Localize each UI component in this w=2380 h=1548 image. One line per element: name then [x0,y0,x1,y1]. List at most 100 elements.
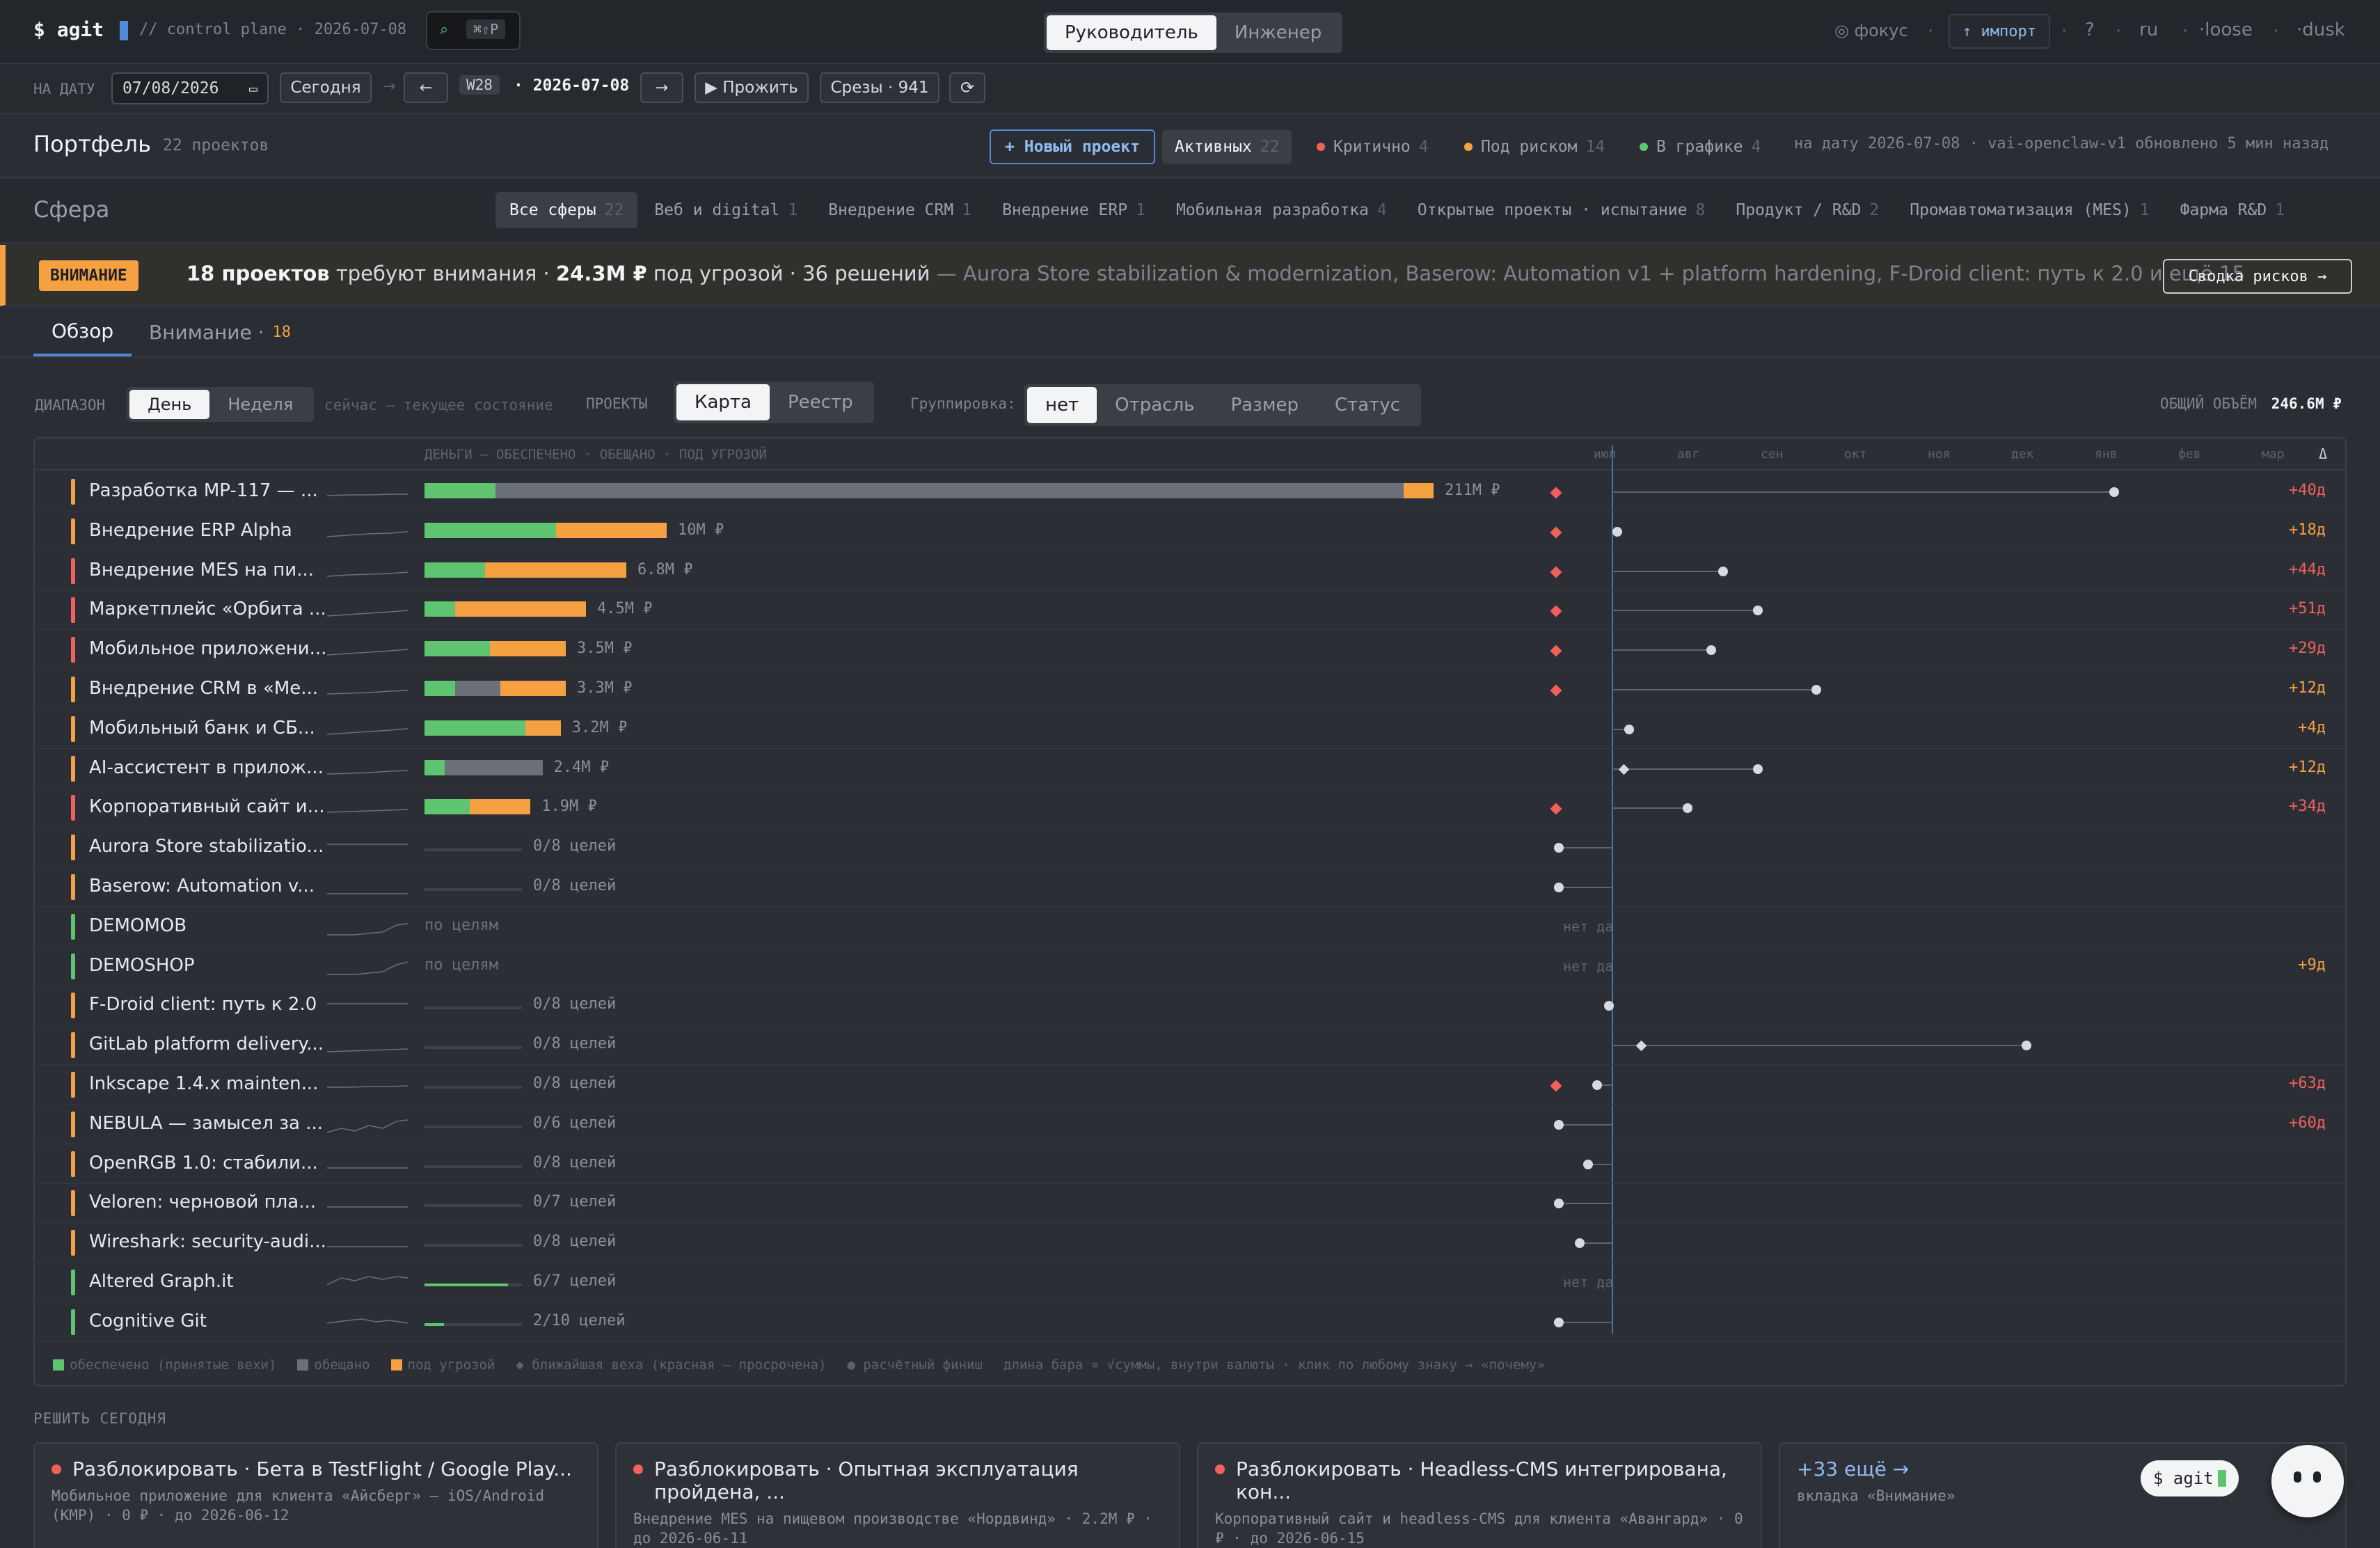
money-bar[interactable] [425,601,586,617]
milestone-icon[interactable] [1635,1040,1647,1052]
sphere-tab[interactable]: Все сферы 22 [495,192,638,228]
table-row[interactable]: Wireshark: security-audi... 0/8 целей [35,1223,2345,1263]
sphere-tab[interactable]: Внедрение CRM 1 [814,192,985,228]
filter-risk[interactable]: Под риском 14 [1452,129,1617,164]
table-row[interactable]: Мобильный банк и СБ... 3.2M ₽ +4д [35,709,2345,749]
table-row[interactable]: Внедрение CRM в «Ме... 3.3M ₽ +12д [35,670,2345,709]
group-industry[interactable]: Отрасль [1097,387,1212,423]
table-row[interactable]: Aurora Store stabilizatio... 0/8 целей [35,828,2345,868]
overdue-milestone-icon[interactable] [1550,803,1562,815]
finish-dot-icon[interactable] [1612,526,1623,537]
milestone-icon[interactable] [1618,764,1630,775]
sphere-tab[interactable]: Продукт / R&D 2 [1722,192,1893,228]
overdue-milestone-icon[interactable] [1550,645,1562,657]
tab-attention[interactable]: Внимание · 18 [149,308,291,356]
money-bar[interactable] [425,799,531,815]
finish-dot-icon[interactable] [1554,1317,1564,1327]
range-day[interactable]: День [129,390,210,419]
table-row[interactable]: Baserow: Automation v... 0/8 целей [35,867,2345,907]
table-row[interactable]: NEBULA — замысел за ... 0/6 целей +60д [35,1105,2345,1144]
next-week-button[interactable]: → [640,72,683,103]
finish-dot-icon[interactable] [1554,883,1564,892]
table-row[interactable]: DEMOSHOP по целям нет да +9д [35,947,2345,986]
sphere-tab[interactable]: Внедрение ERP 1 [988,192,1159,228]
group-status[interactable]: Статус [1317,387,1418,423]
finish-dot-icon[interactable] [1706,645,1716,656]
refresh-button[interactable]: ⟳ [949,72,985,103]
sphere-tab[interactable]: Мобильная разработка 4 [1162,192,1401,228]
finish-dot-icon[interactable] [1554,1199,1564,1209]
money-bar[interactable] [425,759,543,775]
theme-button[interactable]: ·dusk [2296,19,2345,40]
overdue-milestone-icon[interactable] [1550,487,1562,499]
decision-card[interactable]: Разблокировать · Бета в TestFlight / Goo… [33,1442,598,1548]
group-size[interactable]: Размер [1212,387,1317,423]
range-week[interactable]: Неделя [209,390,311,419]
overdue-milestone-icon[interactable] [1550,605,1562,617]
finish-dot-icon[interactable] [1624,724,1635,734]
role-manager[interactable]: Руководитель [1047,15,1216,50]
today-button[interactable]: Сегодня [280,72,372,103]
table-row[interactable]: Altered Graph.it 6/7 целей нет да [35,1263,2345,1302]
date-input[interactable]: 07/08/2026 ▭ [111,72,269,104]
app-logo[interactable]: $ agit [33,18,129,41]
table-row[interactable]: Разработка MP-117 — ... 211M ₽ +40д [35,472,2345,512]
table-row[interactable]: Внедрение MES на пи... 6.8M ₽ +44д [35,551,2345,591]
play-button[interactable]: ▶ Прожить [695,72,809,103]
table-row[interactable]: DEMOMOB по целям нет да [35,907,2345,947]
risk-summary-button[interactable]: Сводка рисков → [2163,259,2352,294]
overdue-milestone-icon[interactable] [1550,566,1562,578]
help-button[interactable]: ? [2085,19,2095,40]
assistant-label[interactable]: $ agit [2141,1460,2239,1496]
finish-dot-icon[interactable] [1592,1080,1602,1090]
finish-dot-icon[interactable] [1583,1159,1594,1169]
language-button[interactable]: ru [2139,19,2158,40]
table-row[interactable]: Корпоративный сайт и... 1.9M ₽ +34д [35,788,2345,828]
money-bar[interactable] [425,720,561,736]
money-bar[interactable] [425,681,566,696]
finish-dot-icon[interactable] [1753,764,1763,774]
finish-dot-icon[interactable] [1603,1001,1614,1011]
finish-dot-icon[interactable] [1554,1119,1564,1130]
table-row[interactable]: Мобильное приложени... 3.5M ₽ +29д [35,630,2345,670]
money-bar[interactable] [425,522,667,538]
table-row[interactable]: Внедрение ERP Alpha 10M ₽ +18д [35,512,2345,551]
table-row[interactable]: Veloren: черновой пла... 0/7 целей [35,1183,2345,1224]
view-map[interactable]: Карта [676,384,770,420]
sphere-tab[interactable]: Промавтоматизация (MES) 1 [1896,192,2163,228]
money-bar[interactable] [425,641,566,657]
table-row[interactable]: Маркетплейс «Орбита ... 4.5M ₽ +51д [35,590,2345,631]
overdue-milestone-icon[interactable] [1550,526,1562,539]
tab-overview[interactable]: Обзор [33,308,132,356]
prev-week-button[interactable]: ← [404,72,448,103]
money-bar[interactable] [425,562,626,578]
finish-dot-icon[interactable] [1811,685,1821,695]
table-row[interactable]: GitLab platform delivery... 0/8 целей [35,1025,2345,1066]
import-button[interactable]: ↑ импорт [1949,14,2050,49]
sphere-tab[interactable]: Открытые проекты · испытание 8 [1404,192,1720,228]
finish-dot-icon[interactable] [1683,803,1693,814]
filter-critical[interactable]: Критично 4 [1304,129,1441,164]
table-row[interactable]: Inkscape 1.4.x mainten... 0/8 целей +63д [35,1065,2345,1105]
filter-ontrack[interactable]: В графике 4 [1627,129,1773,164]
density-button[interactable]: ·loose [2199,19,2253,40]
group-none[interactable]: нет [1027,387,1097,423]
decision-card[interactable]: Разблокировать · Headless-CMS интегриров… [1197,1442,1762,1548]
table-row[interactable]: Cognitive Git 2/10 целей [35,1302,2345,1342]
overdue-milestone-icon[interactable] [1550,684,1562,697]
sphere-tab[interactable]: Веб и digital 1 [640,192,811,228]
slices-button[interactable]: Срезы · 941 [820,72,939,103]
new-project-button[interactable]: + Новый проект [990,129,1155,164]
table-row[interactable]: OpenRGB 1.0: стабили... 0/8 целей [35,1144,2345,1184]
decision-card[interactable]: Разблокировать · Опытная эксплуатация пр… [615,1442,1180,1548]
view-registry[interactable]: Реестр [770,384,871,420]
table-row[interactable]: AI-ассистент в прилож... 2.4M ₽ +12д [35,749,2345,789]
overdue-milestone-icon[interactable] [1550,1080,1562,1092]
finish-dot-icon[interactable] [1717,566,1728,576]
table-row[interactable]: F-Droid client: путь к 2.0 0/8 целей [35,986,2345,1026]
finish-dot-icon[interactable] [2109,487,2120,497]
more-card[interactable]: +33 ещё → вкладка «Внимание» [1779,1442,2347,1548]
finish-dot-icon[interactable] [1574,1238,1585,1249]
finish-dot-icon[interactable] [2022,1041,2032,1051]
assistant-button[interactable] [2271,1445,2344,1517]
